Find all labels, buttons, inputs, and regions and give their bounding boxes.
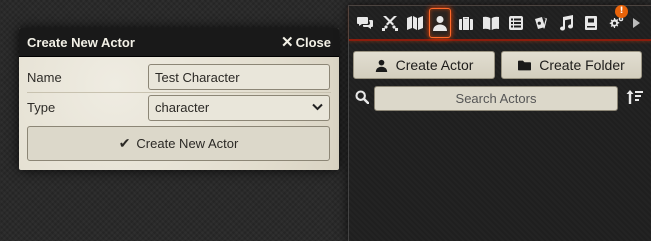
close-label: Close (295, 34, 331, 50)
tab-actors[interactable] (429, 7, 451, 38)
comments-icon (356, 16, 373, 29)
user-icon (433, 15, 447, 31)
folder-icon (518, 60, 532, 70)
user-icon (375, 59, 387, 72)
create-new-actor-label: Create New Actor (136, 136, 239, 151)
tab-combat[interactable] (377, 9, 402, 37)
tab-items[interactable] (453, 9, 478, 37)
action-row: Create Actor Create Folder (349, 41, 651, 79)
name-input[interactable]: Test Character (148, 64, 330, 90)
tab-scenes[interactable] (402, 9, 427, 37)
map-icon (406, 15, 423, 30)
compendium-icon (584, 15, 597, 30)
tab-settings[interactable]: ! (603, 4, 628, 37)
search-row: Search Actors (349, 79, 651, 111)
search-input[interactable]: Search Actors (374, 86, 618, 111)
type-label: Type (27, 100, 56, 115)
dialog-body: Name Test Character Type character ✔ Cre… (19, 57, 339, 161)
name-label: Name (27, 69, 62, 85)
music-icon (559, 14, 573, 30)
cards-icon (534, 16, 547, 29)
tab-journal[interactable] (478, 9, 503, 37)
search-icon (355, 89, 370, 108)
tab-playlists[interactable] (553, 9, 578, 37)
dialog-header[interactable]: Create New Actor ✕ Close (19, 28, 339, 57)
type-select[interactable]: character (148, 94, 330, 121)
tab-compendium[interactable] (578, 9, 603, 37)
crossed-swords-icon (381, 15, 398, 31)
name-row: Name Test Character (27, 62, 331, 92)
chevron-down-icon (312, 102, 323, 114)
table-list-icon (508, 15, 523, 30)
create-actor-label: Create Actor (395, 57, 474, 73)
create-folder-button[interactable]: Create Folder (501, 51, 642, 79)
sidebar: ! Create Actor Create Folder Search Acto… (348, 4, 651, 241)
create-actor-dialog: Create New Actor ✕ Close Name Test Chara… (19, 28, 339, 170)
tab-chat[interactable] (352, 9, 377, 37)
close-button[interactable]: ✕ Close (281, 35, 331, 50)
dialog-title: Create New Actor (27, 34, 135, 50)
suitcase-icon (458, 16, 473, 30)
book-open-icon (482, 16, 499, 30)
tab-tables[interactable] (503, 9, 528, 37)
type-row: Type character (27, 92, 331, 122)
sidebar-tabs: ! (349, 4, 651, 41)
close-icon: ✕ (281, 33, 294, 51)
tab-collapse[interactable] (628, 9, 644, 37)
check-icon: ✔ (118, 135, 131, 151)
sort-alpha-icon[interactable] (626, 89, 644, 109)
create-new-actor-button[interactable]: ✔ Create New Actor (27, 126, 330, 161)
caret-right-icon (632, 17, 640, 28)
create-actor-button[interactable]: Create Actor (353, 51, 495, 79)
type-select-value: character (155, 100, 210, 115)
settings-badge: ! (615, 4, 628, 18)
create-folder-label: Create Folder (539, 57, 625, 73)
tab-cards[interactable] (528, 9, 553, 37)
name-input-value: Test Character (155, 69, 240, 85)
